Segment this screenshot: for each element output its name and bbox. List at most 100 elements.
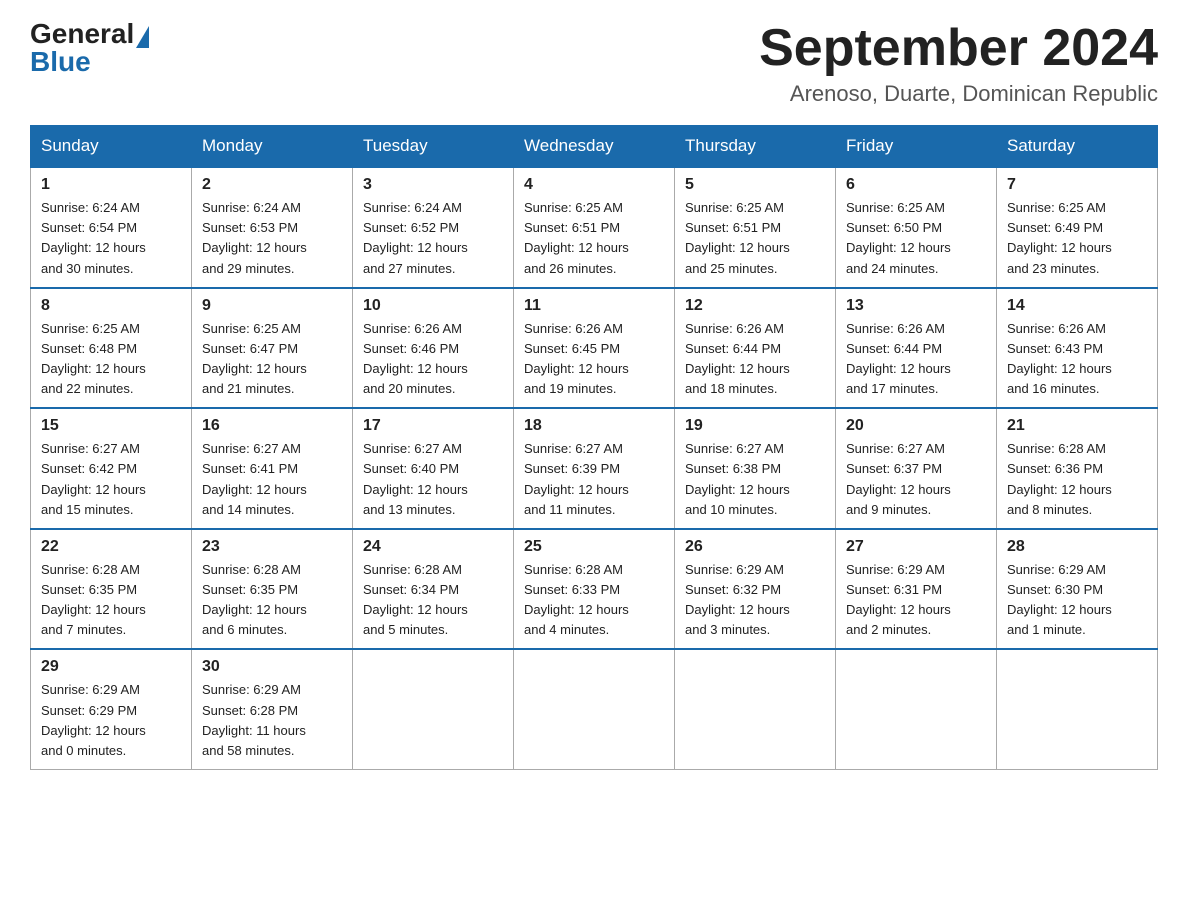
day-info: Sunrise: 6:25 AMSunset: 6:50 PMDaylight:… (846, 198, 986, 279)
calendar-cell: 26Sunrise: 6:29 AMSunset: 6:32 PMDayligh… (675, 529, 836, 650)
day-info: Sunrise: 6:25 AMSunset: 6:51 PMDaylight:… (685, 198, 825, 279)
daylight-text-line2: and 1 minute. (1007, 622, 1086, 637)
daylight-text-line2: and 3 minutes. (685, 622, 770, 637)
title-section: September 2024 Arenoso, Duarte, Dominica… (759, 20, 1158, 107)
sunset-text: Sunset: 6:51 PM (685, 220, 781, 235)
daylight-text-line1: Daylight: 12 hours (1007, 240, 1112, 255)
sunset-text: Sunset: 6:45 PM (524, 341, 620, 356)
location-subtitle: Arenoso, Duarte, Dominican Republic (759, 81, 1158, 107)
day-info: Sunrise: 6:28 AM Sunset: 6:35 PM Daylight:… (41, 560, 181, 641)
calendar-cell: 7Sunrise: 6:25 AMSunset: 6:49 PMDaylight… (997, 167, 1158, 288)
sunrise-text: Sunrise: 6:26 AM (524, 321, 623, 336)
day-info: Sunrise: 6:29 AMSunset: 6:31 PMDaylight:… (846, 560, 986, 641)
sunrise-text: Sunrise: 6:24 AM (363, 200, 462, 215)
calendar-cell: 24Sunrise: 6:28 AMSunset: 6:34 PMDayligh… (353, 529, 514, 650)
calendar-cell: 2Sunrise: 6:24 AMSunset: 6:53 PMDaylight… (192, 167, 353, 288)
daylight-text-line1: Daylight: 12 hours (41, 602, 146, 617)
sunset-text: Sunset: 6:46 PM (363, 341, 459, 356)
daylight-text-line2: and 19 minutes. (524, 381, 617, 396)
sunrise-text: Sunrise: 6:24 AM (202, 200, 301, 215)
daylight-text-line2: and 11 minutes. (524, 502, 616, 517)
calendar-table: SundayMondayTuesdayWednesdayThursdayFrid… (30, 125, 1158, 770)
calendar-cell: 11Sunrise: 6:26 AMSunset: 6:45 PMDayligh… (514, 288, 675, 409)
week-row-5: 29Sunrise: 6:29 AMSunset: 6:29 PMDayligh… (31, 649, 1158, 769)
sunset-text: Sunset: 6:35 PM (41, 582, 137, 597)
logo-blue-text: Blue (30, 46, 91, 77)
day-number: 19 (685, 417, 825, 435)
daylight-text-line2: and 17 minutes. (846, 381, 939, 396)
sunset-text: Sunset: 6:42 PM (41, 461, 137, 476)
daylight-text-line1: Daylight: 12 hours (202, 361, 307, 376)
sunrise-text: Sunrise: 6:28 AM (1007, 441, 1106, 456)
day-info: Sunrise: 6:27 AMSunset: 6:40 PMDaylight:… (363, 439, 503, 520)
sunrise-text: Sunrise: 6:26 AM (846, 321, 945, 336)
day-number: 27 (846, 538, 986, 556)
col-header-wednesday: Wednesday (514, 126, 675, 168)
daylight-text-line2: and 16 minutes. (1007, 381, 1100, 396)
day-number: 25 (524, 538, 664, 556)
daylight-text-line1: Daylight: 12 hours (202, 240, 307, 255)
daylight-text-line1: Daylight: 12 hours (524, 602, 629, 617)
col-header-sunday: Sunday (31, 126, 192, 168)
day-info: Sunrise: 6:28 AMSunset: 6:34 PMDaylight:… (363, 560, 503, 641)
sunset-text: Sunset: 6:32 PM (685, 582, 781, 597)
calendar-cell: 16Sunrise: 6:27 AMSunset: 6:41 PMDayligh… (192, 408, 353, 529)
daylight-text-line1: Daylight: 12 hours (524, 482, 629, 497)
sunrise-text: Sunrise: 6:28 AM (524, 562, 623, 577)
sunset-text: Sunset: 6:37 PM (846, 461, 942, 476)
sunrise-text: Sunrise: 6:25 AM (524, 200, 623, 215)
day-info: Sunrise: 6:28 AMSunset: 6:36 PMDaylight:… (1007, 439, 1147, 520)
daylight-text-line1: Daylight: 12 hours (363, 361, 468, 376)
daylight-text-line2: and 20 minutes. (363, 381, 456, 396)
daylight-text-line1: Daylight: 12 hours (1007, 602, 1112, 617)
sunset-text: Sunset: 6:44 PM (685, 341, 781, 356)
daylight-text-line2: and 30 minutes. (41, 261, 134, 276)
day-info: Sunrise: 6:29 AMSunset: 6:30 PMDaylight:… (1007, 560, 1147, 641)
sunrise-text: Sunrise: 6:27 AM (41, 441, 140, 456)
daylight-text-line2: and 10 minutes. (685, 502, 778, 517)
sunrise-text: Sunrise: 6:28 AM (41, 562, 140, 577)
sunset-text: Sunset: 6:34 PM (363, 582, 459, 597)
day-info: Sunrise: 6:26 AMSunset: 6:43 PMDaylight:… (1007, 319, 1147, 400)
calendar-cell: 14Sunrise: 6:26 AMSunset: 6:43 PMDayligh… (997, 288, 1158, 409)
daylight-text-line1: Daylight: 12 hours (202, 482, 307, 497)
sunrise-text: Sunrise: 6:26 AM (1007, 321, 1106, 336)
day-number: 5 (685, 176, 825, 194)
day-info: Sunrise: 6:29 AMSunset: 6:28 PMDaylight:… (202, 680, 342, 761)
day-number: 22 (41, 538, 181, 556)
page-header: General Blue September 2024 Arenoso, Dua… (30, 20, 1158, 107)
calendar-cell (353, 649, 514, 769)
week-row-1: 1Sunrise: 6:24 AMSunset: 6:54 PMDaylight… (31, 167, 1158, 288)
col-header-saturday: Saturday (997, 126, 1158, 168)
sunset-text: Sunset: 6:38 PM (685, 461, 781, 476)
day-info: Sunrise: 6:29 AMSunset: 6:29 PMDaylight:… (41, 680, 181, 761)
sunset-text: Sunset: 6:51 PM (524, 220, 620, 235)
week-row-3: 15 Sunrise: 6:27 AM Sunset: 6:42 PM Dayligh… (31, 408, 1158, 529)
daylight-text-line1: Daylight: 12 hours (846, 482, 951, 497)
daylight-text-line1: Daylight: 12 hours (363, 240, 468, 255)
daylight-text-line1: Daylight: 12 hours (685, 361, 790, 376)
sunrise-text: Sunrise: 6:27 AM (202, 441, 301, 456)
sunset-text: Sunset: 6:29 PM (41, 703, 137, 718)
calendar-cell: 1Sunrise: 6:24 AMSunset: 6:54 PMDaylight… (31, 167, 192, 288)
daylight-text-line2: and 21 minutes. (202, 381, 295, 396)
sunset-text: Sunset: 6:52 PM (363, 220, 459, 235)
calendar-header-row: SundayMondayTuesdayWednesdayThursdayFrid… (31, 126, 1158, 168)
calendar-cell: 9Sunrise: 6:25 AMSunset: 6:47 PMDaylight… (192, 288, 353, 409)
sunset-text: Sunset: 6:35 PM (202, 582, 298, 597)
daylight-text-line2: and 0 minutes. (41, 743, 126, 758)
sunset-text: Sunset: 6:40 PM (363, 461, 459, 476)
day-info: Sunrise: 6:28 AMSunset: 6:33 PMDaylight:… (524, 560, 664, 641)
daylight-text-line2: and 23 minutes. (1007, 261, 1100, 276)
sunset-text: Sunset: 6:44 PM (846, 341, 942, 356)
sunset-text: Sunset: 6:50 PM (846, 220, 942, 235)
day-number: 8 (41, 297, 181, 315)
day-number: 21 (1007, 417, 1147, 435)
col-header-monday: Monday (192, 126, 353, 168)
day-info: Sunrise: 6:27 AMSunset: 6:41 PMDaylight:… (202, 439, 342, 520)
sunrise-text: Sunrise: 6:29 AM (202, 682, 301, 697)
day-info: Sunrise: 6:24 AM Sunset: 6:52 PM Daylight:… (363, 198, 503, 279)
daylight-text-line2: and 14 minutes. (202, 502, 295, 517)
day-number: 15 (41, 417, 181, 435)
month-title: September 2024 (759, 20, 1158, 77)
